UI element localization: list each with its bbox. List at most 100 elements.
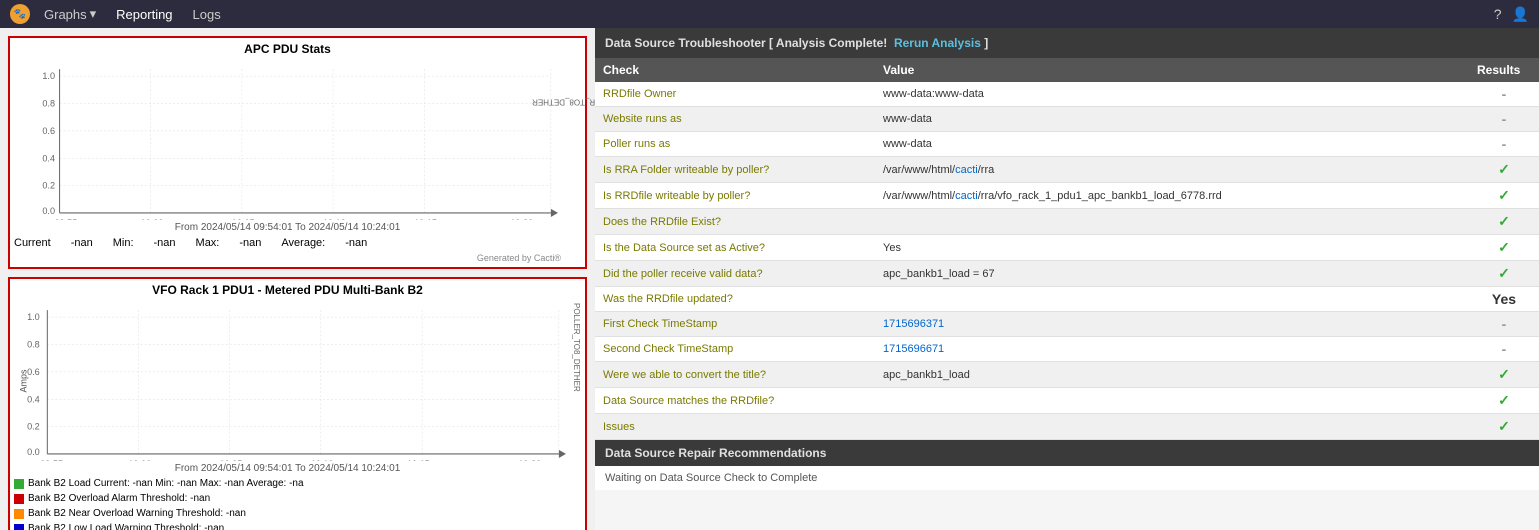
repair-header: Data Source Repair Recommendations — [595, 440, 1539, 466]
ts-value-cell-13 — [875, 414, 1469, 440]
graph1-area: 1.0 0.8 0.6 0.4 0.2 0.0 — [14, 60, 561, 220]
svg-text:10:10: 10:10 — [323, 218, 346, 220]
ts-check-cell-5: Does the RRDfile Exist? — [595, 209, 875, 235]
ts-table-row: Were we able to convert the title?apc_ba… — [595, 362, 1539, 388]
ts-value-cell-11: apc_bankb1_load — [875, 362, 1469, 388]
ts-table-row: Is the Data Source set as Active?Yes✓ — [595, 235, 1539, 261]
ts-result-cell-9: - — [1469, 312, 1539, 337]
legend-color-2 — [14, 509, 24, 519]
repair-body: Waiting on Data Source Check to Complete — [595, 466, 1539, 490]
nav-graphs[interactable]: Graphs ▾ — [38, 4, 102, 24]
ts-check-cell-8: Was the RRDfile updated? — [595, 287, 875, 312]
legend-color-0 — [14, 479, 24, 489]
graph1-side-label: POLLER_TO8_DETHER — [532, 97, 595, 106]
svg-text:10:15: 10:15 — [414, 218, 437, 220]
nav-logs[interactable]: Logs — [187, 5, 227, 24]
ts-result-cell-4: ✓ — [1469, 183, 1539, 209]
ts-value-cell-2: www-data — [875, 132, 1469, 157]
svg-text:0.2: 0.2 — [42, 181, 55, 191]
svg-text:1.0: 1.0 — [27, 312, 40, 322]
graph2-time-range: From 2024/05/14 09:54:01 To 2024/05/14 1… — [14, 463, 561, 474]
ts-check-cell-1: Website runs as — [595, 107, 875, 132]
ts-value-cell-1: www-data — [875, 107, 1469, 132]
svg-text:0.6: 0.6 — [42, 126, 55, 136]
legend-item-0: Bank B2 Load Current: -nan Min: -nan Max… — [14, 476, 561, 491]
graph1-min-val: -nan — [154, 237, 176, 249]
ts-value-cell-6: Yes — [875, 235, 1469, 261]
svg-text:0.0: 0.0 — [42, 206, 55, 216]
graph2-title: VFO Rack 1 PDU1 - Metered PDU Multi-Bank… — [14, 283, 561, 297]
graph1-avg-label: Average: — [281, 237, 325, 249]
svg-text:0.4: 0.4 — [42, 153, 55, 163]
ts-check-cell-7: Did the poller receive valid data? — [595, 261, 875, 287]
ts-value-cell-10: 1715696671 — [875, 337, 1469, 362]
legend-item-3: Bank B2 Low Load Warning Threshold: -nan — [14, 521, 561, 530]
ts-table-row: Issues✓ — [595, 414, 1539, 440]
ts-result-cell-10: - — [1469, 337, 1539, 362]
help-icon[interactable]: ? — [1494, 6, 1502, 22]
graph-card-1: APC PDU Stats 1.0 0.8 0.6 0.4 0.2 0.0 — [8, 36, 587, 269]
ts-result-cell-2: - — [1469, 132, 1539, 157]
nav-graphs-dropdown-icon: ▾ — [90, 6, 97, 22]
ts-table-row: Website runs aswww-data- — [595, 107, 1539, 132]
svg-text:10:05: 10:05 — [220, 459, 243, 461]
svg-text:10:00: 10:00 — [128, 459, 151, 461]
svg-text:0.0: 0.0 — [27, 447, 40, 457]
svg-text:09:55: 09:55 — [40, 459, 63, 461]
ts-value-cell-12 — [875, 388, 1469, 414]
user-icon[interactable]: 👤 — [1512, 6, 1529, 23]
graph2-legend: Bank B2 Load Current: -nan Min: -nan Max… — [14, 476, 561, 530]
nav-reporting[interactable]: Reporting — [110, 5, 178, 24]
ts-table-row: Data Source matches the RRDfile? ✓ — [595, 388, 1539, 414]
graph1-current-val: -nan — [71, 237, 93, 249]
ts-check-cell-10: Second Check TimeStamp — [595, 337, 875, 362]
ts-check-cell-12: Data Source matches the RRDfile? — [595, 388, 875, 414]
rerun-analysis-link[interactable]: Rerun Analysis — [894, 36, 981, 50]
graph1-max-label: Max: — [196, 237, 220, 249]
svg-text:10:00: 10:00 — [141, 218, 164, 220]
svg-text:0.4: 0.4 — [27, 394, 40, 404]
ts-value-cell-7: apc_bankb1_load = 67 — [875, 261, 1469, 287]
nav-right-section: ? 👤 — [1494, 6, 1529, 23]
ts-result-cell-7: ✓ — [1469, 261, 1539, 287]
graph1-max-val: -nan — [239, 237, 261, 249]
graph1-generated: Generated by Cacti® — [14, 253, 561, 263]
ts-result-cell-3: ✓ — [1469, 157, 1539, 183]
graph1-current-label: Current — [14, 237, 51, 249]
nav-logs-label: Logs — [193, 7, 221, 22]
col-check-header: Check — [595, 58, 875, 82]
graph-wrapper-2: VFO Rack 1 PDU1 - Metered PDU Multi-Bank… — [14, 283, 581, 530]
ts-table-row: First Check TimeStamp1715696371- — [595, 312, 1539, 337]
ts-value-cell-9: 1715696371 — [875, 312, 1469, 337]
nav-reporting-label: Reporting — [116, 7, 172, 22]
graph-wrapper-1: APC PDU Stats 1.0 0.8 0.6 0.4 0.2 0.0 — [14, 42, 581, 263]
svg-text:09:55: 09:55 — [55, 218, 78, 220]
ts-table-row: Second Check TimeStamp1715696671- — [595, 337, 1539, 362]
ts-result-cell-12: ✓ — [1469, 388, 1539, 414]
ts-check-cell-2: Poller runs as — [595, 132, 875, 157]
legend-item-2: Bank B2 Near Overload Warning Threshold:… — [14, 506, 561, 521]
ts-result-cell-8: Yes — [1469, 287, 1539, 312]
ts-check-cell-6: Is the Data Source set as Active? — [595, 235, 875, 261]
ts-check-cell-4: Is RRDfile writeable by poller? — [595, 183, 875, 209]
ts-value-cell-5 — [875, 209, 1469, 235]
ts-table-row: Poller runs aswww-data- — [595, 132, 1539, 157]
graph1-avg-val: -nan — [345, 237, 367, 249]
ts-table-row: Was the RRDfile updated? Yes — [595, 287, 1539, 312]
app-logo: 🐾 — [10, 4, 30, 24]
graph2-amps-label: Amps — [19, 369, 29, 392]
top-navigation: 🐾 Graphs ▾ Reporting Logs ? 👤 — [0, 0, 1539, 28]
ts-check-cell-13: Issues — [595, 414, 875, 440]
legend-color-3 — [14, 524, 24, 530]
svg-text:10:20: 10:20 — [510, 218, 533, 220]
ts-value-cell-8 — [875, 287, 1469, 312]
ts-header: Data Source Troubleshooter [ Analysis Co… — [595, 28, 1539, 58]
svg-text:0.6: 0.6 — [27, 367, 40, 377]
legend-label-1: Bank B2 Overload Alarm Threshold: -nan — [28, 491, 210, 506]
svg-text:0.8: 0.8 — [42, 99, 55, 109]
svg-text:10:05: 10:05 — [232, 218, 255, 220]
legend-label-0: Bank B2 Load Current: -nan Min: -nan Max… — [28, 476, 304, 491]
graph2-area: Amps 1.0 0.8 0.6 0.4 0.2 0.0 — [14, 301, 561, 461]
ts-table-row: Is RRA Folder writeable by poller?/var/w… — [595, 157, 1539, 183]
ts-result-cell-5: ✓ — [1469, 209, 1539, 235]
